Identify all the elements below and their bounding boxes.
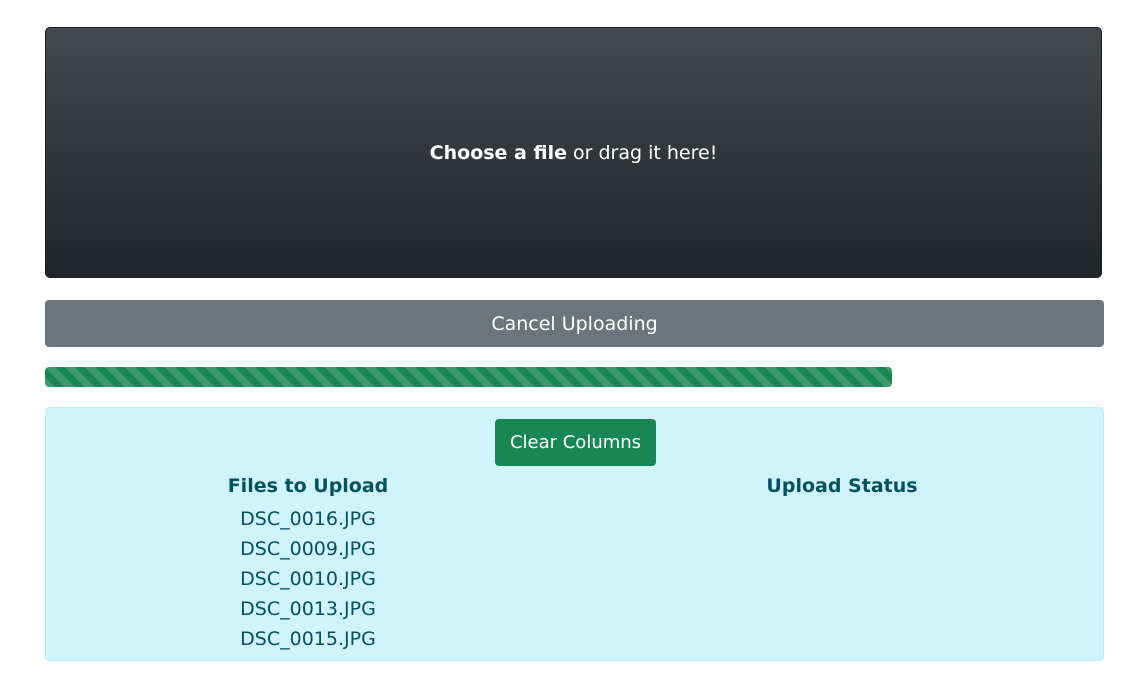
cancel-uploading-button[interactable]: Cancel Uploading xyxy=(45,300,1104,347)
file-list-item: DSC_0016.JPG xyxy=(240,508,376,530)
upload-page: Choose a file or drag it here! Cancel Up… xyxy=(0,0,1143,693)
file-list-item: DSC_0010.JPG xyxy=(240,568,376,590)
upload-status-column: Upload Status xyxy=(632,472,1052,500)
file-list-item: DSC_0015.JPG xyxy=(240,628,376,650)
upload-info-panel: Clear Columns Files to Upload DSC_0016.J… xyxy=(45,407,1104,661)
file-dropzone[interactable]: Choose a file or drag it here! xyxy=(45,27,1102,278)
file-list-item: DSC_0013.JPG xyxy=(240,598,376,620)
upload-progress-fill xyxy=(45,367,893,387)
files-to-upload-list: DSC_0016.JPG DSC_0009.JPG DSC_0010.JPG D… xyxy=(98,504,518,654)
dropzone-text: Choose a file or drag it here! xyxy=(430,142,718,164)
upload-status-header: Upload Status xyxy=(766,475,918,497)
file-list-item: DSC_0009.JPG xyxy=(240,538,376,560)
upload-progress-bar xyxy=(45,367,1104,387)
files-to-upload-header: Files to Upload xyxy=(227,475,389,497)
files-to-upload-column: Files to Upload DSC_0016.JPG DSC_0009.JP… xyxy=(98,472,518,654)
drag-label: or drag it here! xyxy=(566,141,718,164)
clear-columns-button[interactable]: Clear Columns xyxy=(495,419,656,466)
choose-file-label[interactable]: Choose a file xyxy=(430,142,567,164)
